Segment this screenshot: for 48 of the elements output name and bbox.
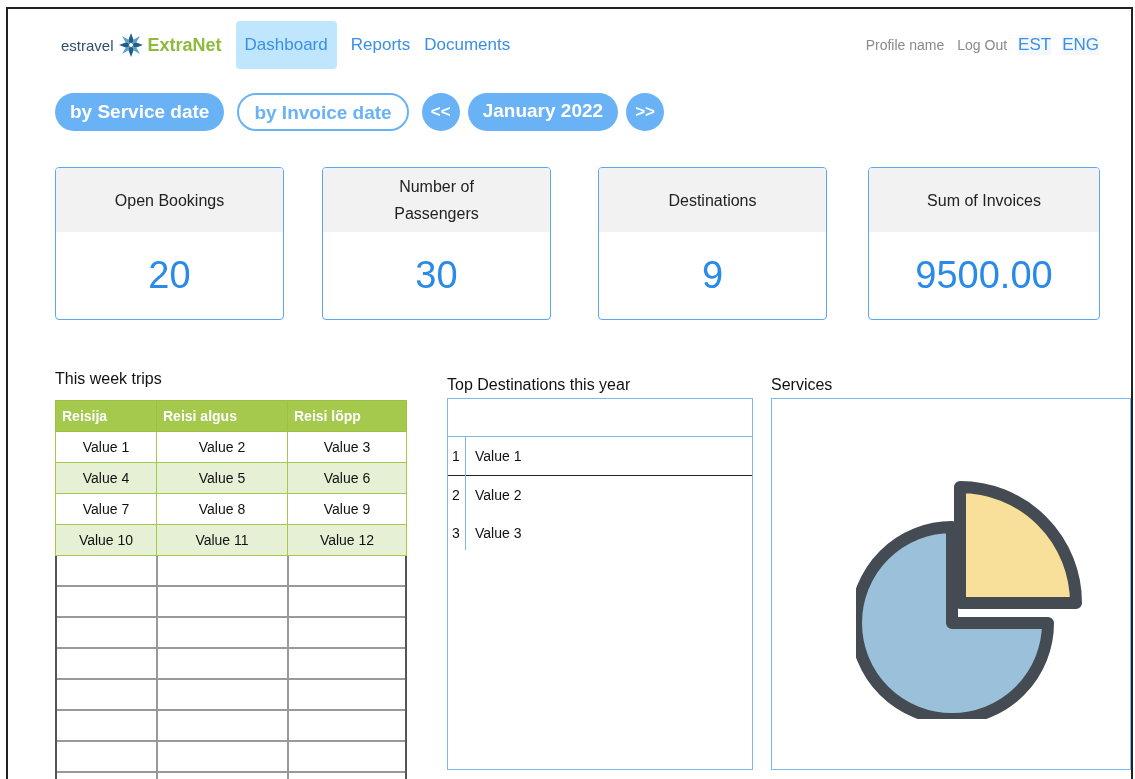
- destination-name: Value 1: [475, 448, 522, 464]
- rank-number: 2: [451, 487, 461, 503]
- stat-value: 30: [415, 254, 458, 297]
- nav-tab[interactable]: Documents: [424, 21, 511, 69]
- rank-number: 3: [451, 525, 461, 541]
- stat-title: Destinations: [668, 190, 757, 211]
- section-title: This week trips: [55, 370, 163, 389]
- stat-title: Sum of Invoices: [927, 190, 1041, 211]
- month-label: January 2022: [467, 93, 619, 131]
- stat-value: 20: [148, 254, 191, 297]
- stat-title: Open Bookings: [114, 190, 225, 211]
- section-title: Top Destinations this year: [447, 376, 632, 395]
- stat-title: Number of Passengers: [393, 177, 480, 224]
- table-cell: Value 5: [156, 462, 288, 494]
- date-mode-button[interactable]: by Invoice date: [237, 93, 409, 131]
- table-cell: Value 9: [287, 493, 407, 525]
- pie-chart-icon: [856, 481, 1082, 719]
- profile-link[interactable]: Profile name: [865, 37, 945, 53]
- stat-value: 9500.00: [915, 254, 1053, 297]
- language-link[interactable]: ENG: [1062, 35, 1099, 55]
- table-cell: Value 4: [55, 462, 157, 494]
- rank-number: 1: [451, 448, 461, 464]
- table-cell: Value 2: [156, 431, 288, 463]
- flower-logo-icon: [117, 32, 144, 58]
- nav-tab[interactable]: Dashboard: [235, 21, 337, 69]
- product-name: ExtraNet: [147, 34, 222, 56]
- destination-name: Value 3: [475, 525, 522, 541]
- table-cell: Value 7: [55, 493, 157, 525]
- language-link[interactable]: EST: [1018, 35, 1052, 55]
- table-cell: Value 12: [287, 524, 407, 556]
- column-header: Reisi algus: [156, 400, 288, 432]
- section-title: Services: [771, 376, 834, 395]
- table-cell: Value 6: [287, 462, 407, 494]
- table-cell: Value 10: [55, 524, 157, 556]
- previous-month-button[interactable]: <<: [421, 93, 460, 131]
- brand-name: estravel: [61, 36, 114, 54]
- column-header: Reisi lõpp: [287, 400, 407, 432]
- date-mode-button[interactable]: by Service date: [55, 93, 225, 131]
- table-cell: Value 1: [55, 431, 157, 463]
- table-cell: Value 11: [156, 524, 288, 556]
- table-cell: Value 3: [287, 431, 407, 463]
- next-month-button[interactable]: >>: [626, 93, 665, 131]
- column-header: Reisija: [55, 400, 157, 432]
- logout-link[interactable]: Log Out: [957, 37, 1008, 53]
- destination-name: Value 2: [475, 487, 522, 503]
- nav-tab[interactable]: Reports: [350, 21, 411, 69]
- table-cell: Value 8: [156, 493, 288, 525]
- stat-value: 9: [701, 254, 724, 297]
